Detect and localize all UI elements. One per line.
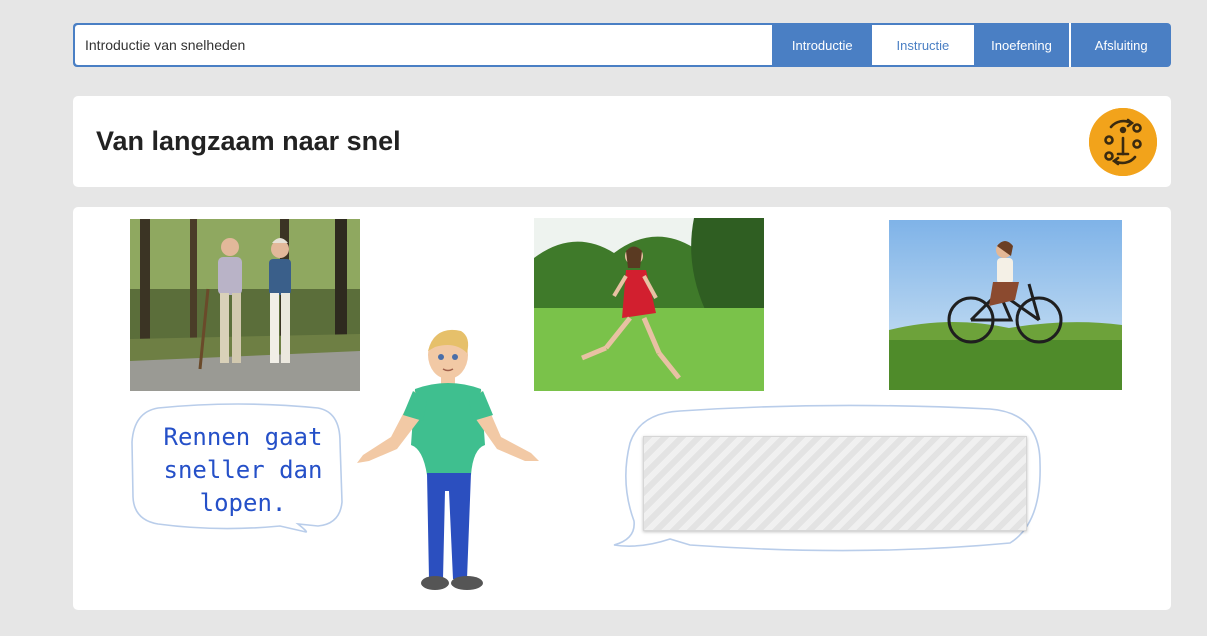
walking-couple-photo <box>130 219 360 391</box>
tab-introductie[interactable]: Introductie <box>772 23 872 67</box>
content-card: Rennen gaat sneller dan lopen. <box>73 207 1171 610</box>
tab-afsluiting[interactable]: Afsluiting <box>1071 23 1171 67</box>
info-badge-icon[interactable] <box>1089 108 1157 176</box>
speech-line: lopen. <box>199 489 287 517</box>
lesson-navbar: Introductie van snelheden Introductie In… <box>73 23 1171 67</box>
running-girl-photo <box>534 218 764 391</box>
speech-line: Rennen gaat <box>163 423 323 451</box>
page-title: Van langzaam naar snel <box>96 126 401 156</box>
speech-line: sneller dan <box>163 456 323 484</box>
boy-character <box>357 329 539 590</box>
lesson-title: Introductie van snelheden <box>75 25 773 65</box>
hidden-answer-box[interactable] <box>643 436 1027 531</box>
speech-bubble-text: Rennen gaat sneller dan lopen. <box>143 421 343 520</box>
cycling-woman-photo <box>889 220 1122 390</box>
tab-instructie[interactable]: Instructie <box>872 25 974 65</box>
title-card: Van langzaam naar snel <box>73 96 1171 187</box>
tab-inoefening[interactable]: Inoefening <box>974 23 1072 67</box>
